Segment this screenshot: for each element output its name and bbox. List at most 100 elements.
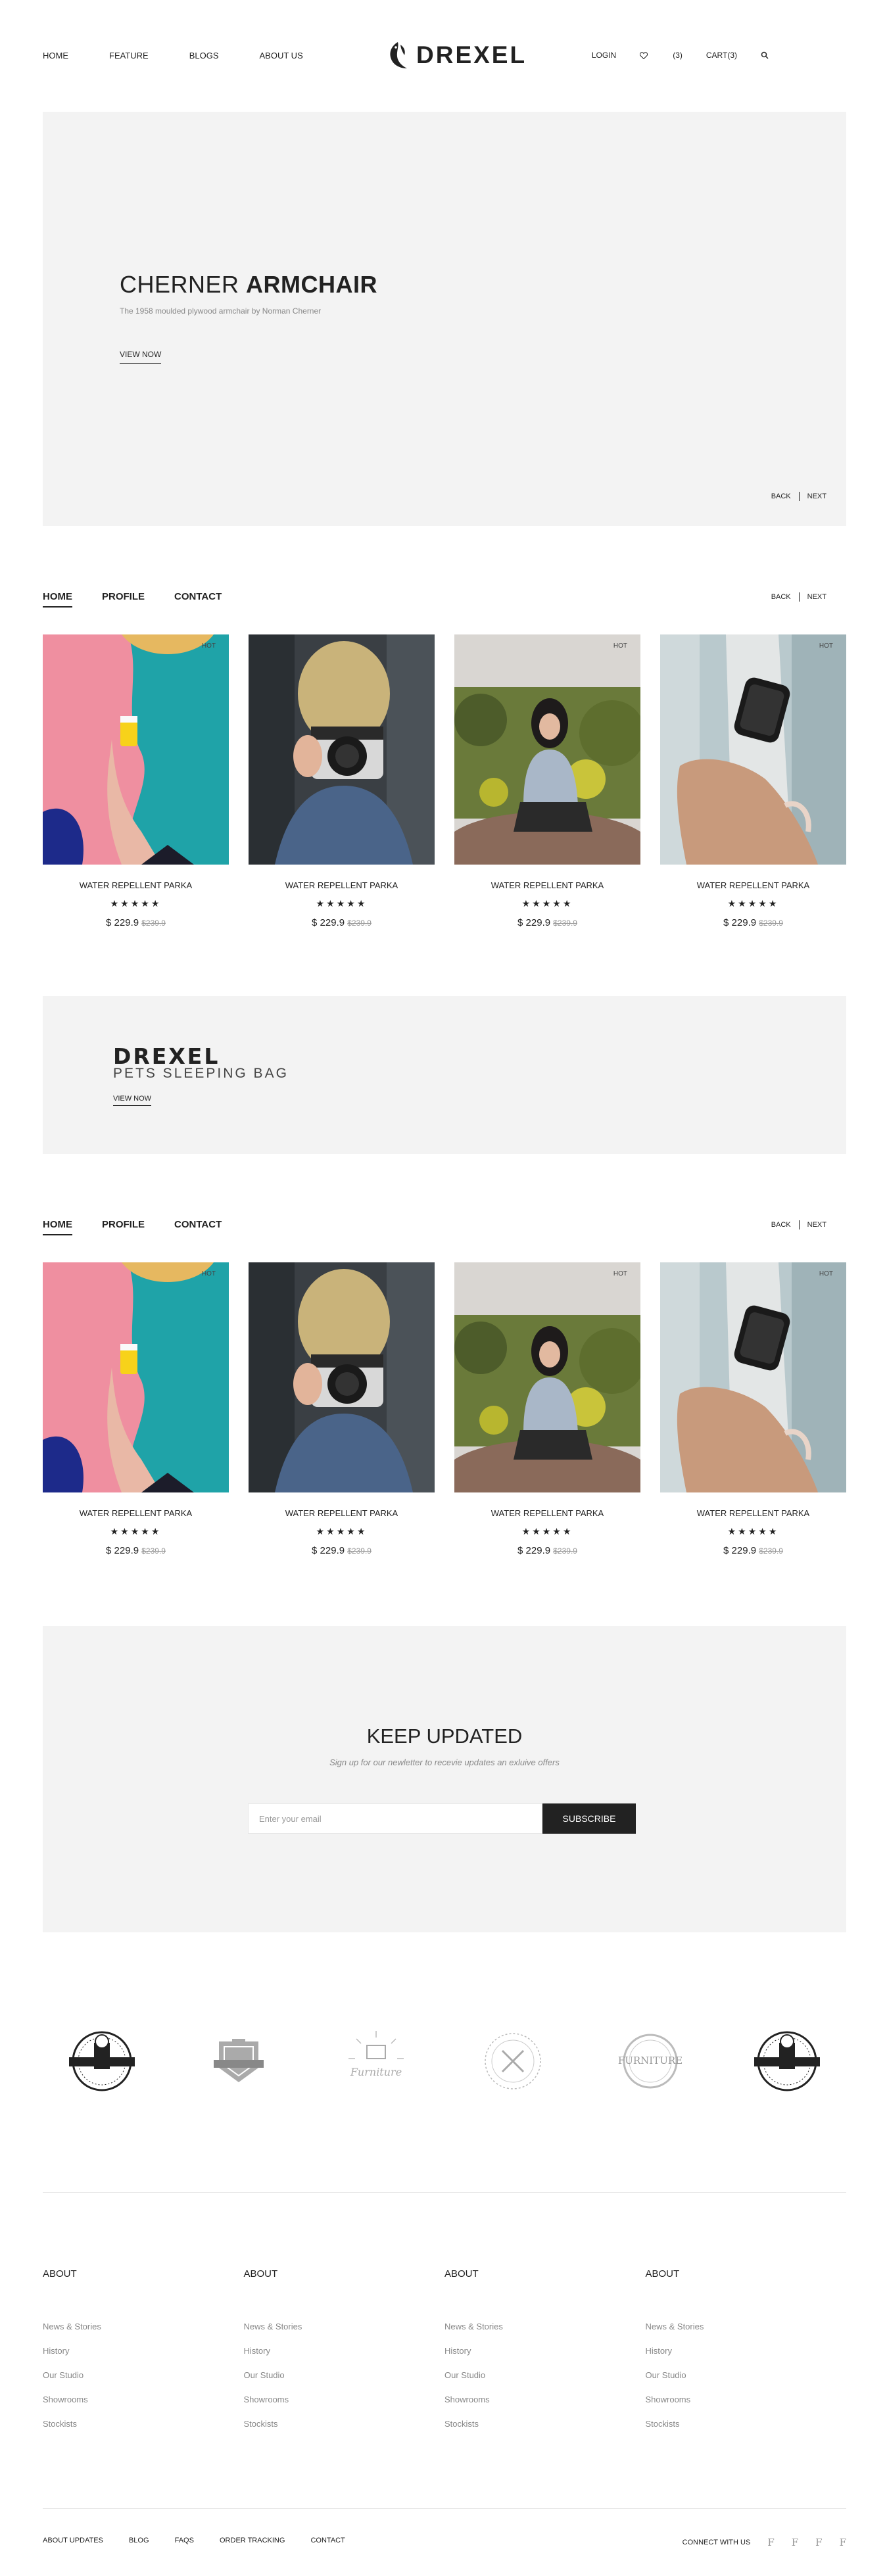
footer-link[interactable]: Our Studio bbox=[244, 2370, 445, 2380]
hot-badge: HOT bbox=[613, 642, 627, 650]
product-card[interactable]: HOT WATER REPELLENT PARKA ★★★★★ $ 229.9 … bbox=[43, 634, 229, 928]
product-card[interactable]: WATER REPELLENT PARKA ★★★★★ $ 229.9 $239… bbox=[249, 634, 435, 928]
product-name[interactable]: WATER REPELLENT PARKA bbox=[660, 880, 846, 890]
cart-link[interactable]: CART(3) bbox=[706, 51, 737, 60]
hero-view-now-link[interactable]: VIEW NOW bbox=[120, 350, 162, 364]
current-price: $ 229.9 bbox=[106, 917, 139, 928]
footer-link[interactable]: History bbox=[43, 2346, 244, 2356]
old-price: $239.9 bbox=[553, 1546, 577, 1556]
footer-contact-link[interactable]: CONTACT bbox=[310, 2537, 345, 2544]
nav-home[interactable]: HOME bbox=[43, 51, 68, 60]
facebook-icon[interactable]: f bbox=[767, 2537, 774, 2548]
footer-column: ABOUT News & Stories History Our Studio … bbox=[43, 2268, 244, 2443]
banner-view-now-link[interactable]: VIEW NOW bbox=[113, 1095, 152, 1106]
email-input[interactable]: Enter your email bbox=[248, 1803, 542, 1834]
search-button[interactable] bbox=[761, 51, 769, 59]
product-card[interactable]: HOT WATER REPELLENT PARKA ★★★★★ $ 229.9 … bbox=[454, 634, 640, 928]
footer-link[interactable]: History bbox=[444, 2346, 646, 2356]
product-image-woman[interactable]: HOT bbox=[454, 634, 640, 865]
product-name[interactable]: WATER REPELLENT PARKA bbox=[454, 1508, 640, 1518]
hero-next-button[interactable]: NEXT bbox=[807, 492, 827, 500]
product-name[interactable]: WATER REPELLENT PARKA bbox=[249, 1508, 435, 1518]
footer-link[interactable]: History bbox=[244, 2346, 445, 2356]
premium-quality-badge-icon[interactable] bbox=[748, 2022, 827, 2101]
footer-about-updates-link[interactable]: ABOUT UPDATES bbox=[43, 2537, 103, 2544]
section-next-button[interactable]: NEXT bbox=[807, 593, 827, 601]
footer-link[interactable]: News & Stories bbox=[646, 2322, 847, 2331]
product-image-coffee[interactable]: HOT bbox=[43, 1262, 229, 1492]
footer-link[interactable]: News & Stories bbox=[43, 2322, 244, 2331]
footer-link[interactable]: Showrooms bbox=[646, 2395, 847, 2404]
nav-about-us[interactable]: ABOUT US bbox=[260, 51, 303, 60]
wishlist-link[interactable]: (3) bbox=[640, 51, 683, 60]
product-name[interactable]: WATER REPELLENT PARKA bbox=[660, 1508, 846, 1518]
product-grid-2: HOT WATER REPELLENT PARKA ★★★★★ $ 229.9 … bbox=[43, 1262, 846, 1556]
footer-link[interactable]: Stockists bbox=[43, 2419, 244, 2429]
furniture-circle-badge-icon[interactable]: FURNITURE bbox=[611, 2022, 690, 2101]
tab-contact[interactable]: CONTACT bbox=[174, 1219, 222, 1235]
product-card[interactable]: HOT WATER REPELLENT PARKA ★★★★★ $ 229.9 … bbox=[43, 1262, 229, 1556]
footer-link[interactable]: Showrooms bbox=[444, 2395, 646, 2404]
footer-link[interactable]: Stockists bbox=[444, 2419, 646, 2429]
subscribe-button[interactable]: SUBSCRIBE bbox=[542, 1803, 636, 1834]
footer-link[interactable]: News & Stories bbox=[244, 2322, 445, 2331]
product-card[interactable]: WATER REPELLENT PARKA ★★★★★ $ 229.9 $239… bbox=[249, 1262, 435, 1556]
tab-profile[interactable]: PROFILE bbox=[102, 1219, 145, 1235]
section-next-button[interactable]: NEXT bbox=[807, 1221, 827, 1229]
nav-blogs[interactable]: BLOGS bbox=[189, 51, 219, 60]
footer-link[interactable]: Stockists bbox=[646, 2419, 847, 2429]
footer-column-title: ABOUT bbox=[243, 2268, 278, 2279]
footer-link[interactable]: Our Studio bbox=[646, 2370, 847, 2380]
product-name[interactable]: WATER REPELLENT PARKA bbox=[43, 880, 229, 890]
footer-blog-link[interactable]: BLOG bbox=[129, 2537, 149, 2544]
product-price: $ 229.9 $239.9 bbox=[454, 917, 640, 928]
hero-back-button[interactable]: BACK bbox=[771, 492, 791, 500]
footer-link[interactable]: History bbox=[646, 2346, 847, 2356]
footer-link[interactable]: News & Stories bbox=[444, 2322, 646, 2331]
footer-link[interactable]: Showrooms bbox=[43, 2395, 244, 2404]
product-price: $ 229.9 $239.9 bbox=[454, 1545, 640, 1556]
tab-home[interactable]: HOME bbox=[43, 1219, 72, 1235]
current-price: $ 229.9 bbox=[517, 917, 551, 928]
site-logo[interactable]: DREXEL bbox=[385, 39, 527, 71]
product-name[interactable]: WATER REPELLENT PARKA bbox=[454, 880, 640, 890]
nav-feature[interactable]: FEATURE bbox=[109, 51, 149, 60]
product-name[interactable]: WATER REPELLENT PARKA bbox=[43, 1508, 229, 1518]
product-image-camera[interactable] bbox=[249, 634, 435, 865]
premium-quality-badge-icon[interactable] bbox=[62, 2022, 141, 2101]
section-back-button[interactable]: BACK bbox=[771, 593, 791, 601]
product-name[interactable]: WATER REPELLENT PARKA bbox=[249, 880, 435, 890]
product-image-coffee[interactable]: HOT bbox=[43, 634, 229, 865]
facebook-icon[interactable]: f bbox=[840, 2537, 846, 2548]
search-icon bbox=[761, 51, 769, 59]
login-link[interactable]: LOGIN bbox=[592, 51, 616, 60]
shield-badge-icon[interactable] bbox=[199, 2022, 278, 2101]
footer-link[interactable]: Our Studio bbox=[43, 2370, 244, 2380]
product-card[interactable]: HOT WATER REPELLENT PARKA ★★★★★ $ 229.9 … bbox=[454, 1262, 640, 1556]
tab-profile[interactable]: PROFILE bbox=[102, 591, 145, 608]
footer-faqs-link[interactable]: FAQS bbox=[175, 2537, 194, 2544]
section-tabs: HOME PROFILE CONTACT bbox=[43, 1219, 251, 1235]
hero-title: CHERNER ARMCHAIR bbox=[120, 271, 377, 298]
footer-order-tracking-link[interactable]: ORDER TRACKING bbox=[220, 2537, 285, 2544]
footer-link[interactable]: Stockists bbox=[244, 2419, 445, 2429]
furniture-sunburst-badge-icon[interactable]: Furniture bbox=[337, 2022, 416, 2101]
tab-home[interactable]: HOME bbox=[43, 591, 72, 608]
product-image-camera[interactable] bbox=[249, 1262, 435, 1492]
brand-logos: Furniture FURNITURE bbox=[43, 2018, 846, 2104]
tools-circle-badge-icon[interactable] bbox=[473, 2022, 552, 2101]
product-card[interactable]: HOT WATER REPELLENT PARKA ★★★★★ $ 229.9 … bbox=[660, 1262, 846, 1556]
old-price: $239.9 bbox=[553, 918, 577, 928]
footer-link[interactable]: Showrooms bbox=[244, 2395, 445, 2404]
product-image-woman[interactable]: HOT bbox=[454, 1262, 640, 1492]
product-image-watch[interactable]: HOT bbox=[660, 634, 846, 865]
section-back-button[interactable]: BACK bbox=[771, 1221, 791, 1229]
product-card[interactable]: HOT WATER REPELLENT PARKA ★★★★★ $ 229.9 … bbox=[660, 634, 846, 928]
wishlist-count: (3) bbox=[673, 51, 683, 60]
facebook-icon[interactable]: f bbox=[815, 2537, 822, 2548]
product-image-watch[interactable]: HOT bbox=[660, 1262, 846, 1492]
smartwatch-wrist-image bbox=[660, 634, 846, 865]
footer-link[interactable]: Our Studio bbox=[444, 2370, 646, 2380]
tab-contact[interactable]: CONTACT bbox=[174, 591, 222, 608]
facebook-icon[interactable]: f bbox=[792, 2537, 798, 2548]
